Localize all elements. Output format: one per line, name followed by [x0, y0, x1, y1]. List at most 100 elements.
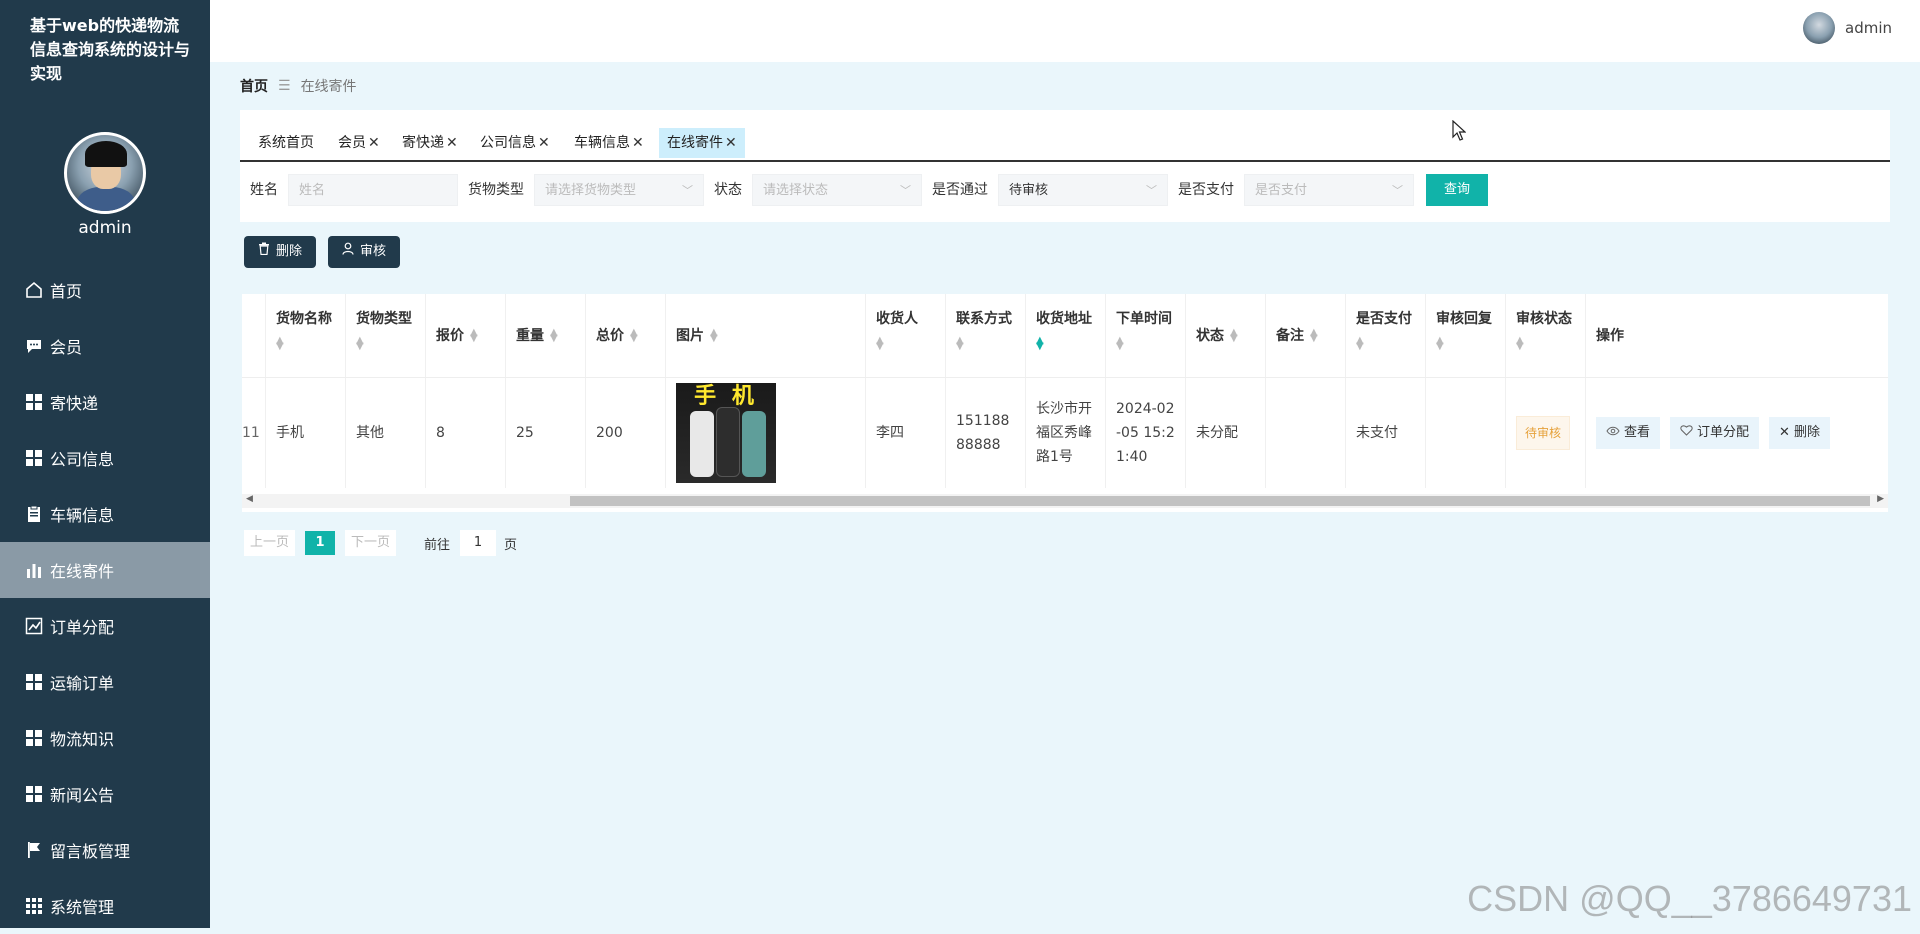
sidebar-item-transport-order[interactable]: 运输订单 [0, 654, 210, 710]
product-image[interactable]: 手 机 [676, 383, 776, 483]
horizontal-scrollbar[interactable]: ◀ ▶ [242, 494, 1888, 508]
th-receiver[interactable]: 收货人 ▲ ▼ [866, 294, 946, 377]
assign-order-button[interactable]: 订单分配 [1670, 417, 1760, 449]
sort-icon[interactable]: ▲ ▼ [470, 328, 478, 344]
sidebar: 基于web的快递物流信息查询系统的设计与实现 admin 首页 会员 寄快递 公… [0, 0, 210, 928]
paid-select[interactable]: 是否支付 ﹀ [1244, 174, 1414, 206]
close-icon[interactable]: ✕ [632, 135, 644, 151]
cell-quote: 8 [426, 378, 506, 488]
next-page-button[interactable]: 下一页 [345, 530, 397, 556]
cell-order-time: 2024-02-05 15:21:40 [1106, 378, 1186, 488]
goods-type-label: 货物类型 [468, 182, 524, 198]
sidebar-item-news[interactable]: 新闻公告 [0, 766, 210, 822]
goods-type-select[interactable]: 请选择货物类型 ﹀ [534, 174, 704, 206]
sort-icon[interactable]: ▲ ▼ [276, 336, 345, 352]
th-order-time[interactable]: 下单时间 ▲ ▼ [1106, 294, 1186, 377]
sort-icon[interactable]: ▲ ▼ [876, 336, 945, 352]
tab-bar: 系统首页 会员 ✕ 寄快递 ✕ 公司信息 ✕ 车辆信息 ✕ 在线寄件 ✕ [240, 110, 1890, 162]
sort-icon[interactable]: ▲ ▼ [356, 336, 425, 352]
tab-online-send[interactable]: 在线寄件 ✕ [659, 128, 745, 158]
cell-remark [1266, 378, 1346, 488]
sort-icon[interactable]: ▲ ▼ [956, 336, 1025, 352]
tab-member[interactable]: 会员 ✕ [330, 128, 388, 158]
header-user[interactable]: admin [1803, 12, 1892, 44]
sidebar-item-send-express[interactable]: 寄快递 [0, 374, 210, 430]
sidebar-item-message-board[interactable]: 留言板管理 [0, 822, 210, 878]
th-audit-reply[interactable]: 审核回复 ▲ ▼ [1426, 294, 1506, 377]
th-weight[interactable]: 重量 ▲ ▼ [506, 294, 586, 377]
th-phone[interactable]: 联系方式 ▲ ▼ [946, 294, 1026, 377]
th-status[interactable]: 状态 ▲ ▼ [1186, 294, 1266, 377]
th-audit-status[interactable]: 审核状态 ▲ ▼ [1506, 294, 1586, 377]
sidebar-item-logistics-knowledge[interactable]: 物流知识 [0, 710, 210, 766]
sort-icon[interactable]: ▲ ▼ [1516, 336, 1585, 352]
sort-icon[interactable]: ▲ ▼ [1356, 336, 1425, 352]
sort-icon[interactable]: ▲ ▼ [550, 328, 558, 344]
sidebar-item-company-info[interactable]: 公司信息 [0, 430, 210, 486]
th-paid[interactable]: 是否支付 ▲ ▼ [1346, 294, 1426, 377]
delete-button[interactable]: 删除 [244, 236, 317, 268]
th-image[interactable]: 图片 ▲ ▼ [666, 294, 866, 377]
close-icon[interactable]: ✕ [446, 135, 458, 151]
filter-bar: 姓名 姓名 货物类型 请选择货物类型 ﹀ 状态 请选择状态 ﹀ 是否通过 待审核 ﹀ … [240, 174, 1890, 210]
header-avatar[interactable] [1803, 12, 1835, 44]
query-button[interactable]: 查询 [1426, 174, 1488, 206]
tab-company-info[interactable]: 公司信息 ✕ [472, 128, 558, 158]
th-goods-type[interactable]: 货物类型 ▲ ▼ [346, 294, 426, 377]
th-total[interactable]: 总价 ▲ ▼ [586, 294, 666, 377]
grid-icon [24, 784, 44, 804]
audit-button[interactable]: 审核 [328, 236, 401, 268]
sidebar-item-member[interactable]: 会员 [0, 318, 210, 374]
cell-receiver: 李四 [866, 378, 946, 488]
chevron-down-icon: ﹀ [682, 184, 693, 197]
goto-page-input[interactable]: 1 [460, 530, 497, 556]
cell-phone: 15118888888 [946, 378, 1026, 488]
passed-select[interactable]: 待审核 ﹀ [998, 174, 1168, 206]
close-icon[interactable]: ✕ [538, 135, 550, 151]
cell-partial-id: 11 [242, 378, 266, 488]
close-icon[interactable]: ✕ [368, 135, 380, 151]
sort-icon[interactable]: ▲ ▼ [630, 328, 638, 344]
sidebar-item-vehicle-info[interactable]: 车辆信息 [0, 486, 210, 542]
cell-total: 200 [586, 378, 666, 488]
name-input[interactable]: 姓名 [288, 174, 458, 206]
th-remark[interactable]: 备注 ▲ ▼ [1266, 294, 1346, 377]
th-goods-name[interactable]: 货物名称 ▲ ▼ [266, 294, 346, 377]
scrollbar-thumb[interactable] [570, 496, 1870, 506]
cell-status: 未分配 [1186, 378, 1266, 488]
pagination: 上一页 1 下一页 前往 1 页 [244, 530, 517, 556]
th-quote[interactable]: 报价 ▲ ▼ [426, 294, 506, 377]
sort-icon[interactable]: ▲ ▼ [1116, 336, 1185, 352]
sidebar-item-system-manage[interactable]: 系统管理 [0, 878, 210, 934]
table-header: 货物名称 ▲ ▼ 货物类型 ▲ ▼ 报价 ▲ ▼ 重量 ▲ ▼ 总价 ▲ ▼ 图片 ▲ ▼ 收货人 ▲ ▼ … [242, 294, 1888, 378]
sidebar-item-order-assign[interactable]: 订单分配 [0, 598, 210, 654]
tab-vehicle-info[interactable]: 车辆信息 ✕ [566, 128, 652, 158]
th-address[interactable]: 收货地址 ▲ ▼ [1026, 294, 1106, 377]
view-button[interactable]: 查看 [1596, 417, 1661, 449]
sort-icon[interactable]: ▲ ▼ [1310, 328, 1318, 344]
grid-icon [24, 448, 44, 468]
close-icon[interactable]: ✕ [725, 135, 737, 151]
page-number-current[interactable]: 1 [305, 531, 336, 555]
sidebar-username: admin [78, 218, 132, 238]
tab-send-express[interactable]: 寄快递 ✕ [394, 128, 466, 158]
status-badge: 待审核 [1516, 416, 1571, 450]
sort-icon[interactable]: ▲ ▼ [710, 328, 718, 344]
scroll-left-icon[interactable]: ◀ [246, 494, 253, 504]
sidebar-item-home[interactable]: 首页 [0, 262, 210, 318]
prev-page-button[interactable]: 上一页 [244, 530, 296, 556]
grid-icon [24, 392, 44, 412]
row-delete-button[interactable]: ✕ 删除 [1769, 417, 1830, 449]
avatar[interactable] [64, 132, 146, 214]
sort-icon[interactable]: ▲ ▼ [1436, 336, 1505, 352]
status-label: 状态 [714, 182, 742, 198]
flag-icon [24, 840, 44, 860]
tab-system-home[interactable]: 系统首页 [250, 128, 322, 158]
trash-icon [258, 236, 270, 268]
breadcrumb-home[interactable]: 首页 [240, 76, 268, 96]
scroll-right-icon[interactable]: ▶ [1877, 494, 1884, 504]
sidebar-item-online-send[interactable]: 在线寄件 [0, 542, 210, 598]
sort-icon[interactable]: ▲ ▼ [1230, 328, 1238, 344]
sort-icon[interactable]: ▲ ▼ [1036, 336, 1105, 352]
status-select[interactable]: 请选择状态 ﹀ [752, 174, 922, 206]
